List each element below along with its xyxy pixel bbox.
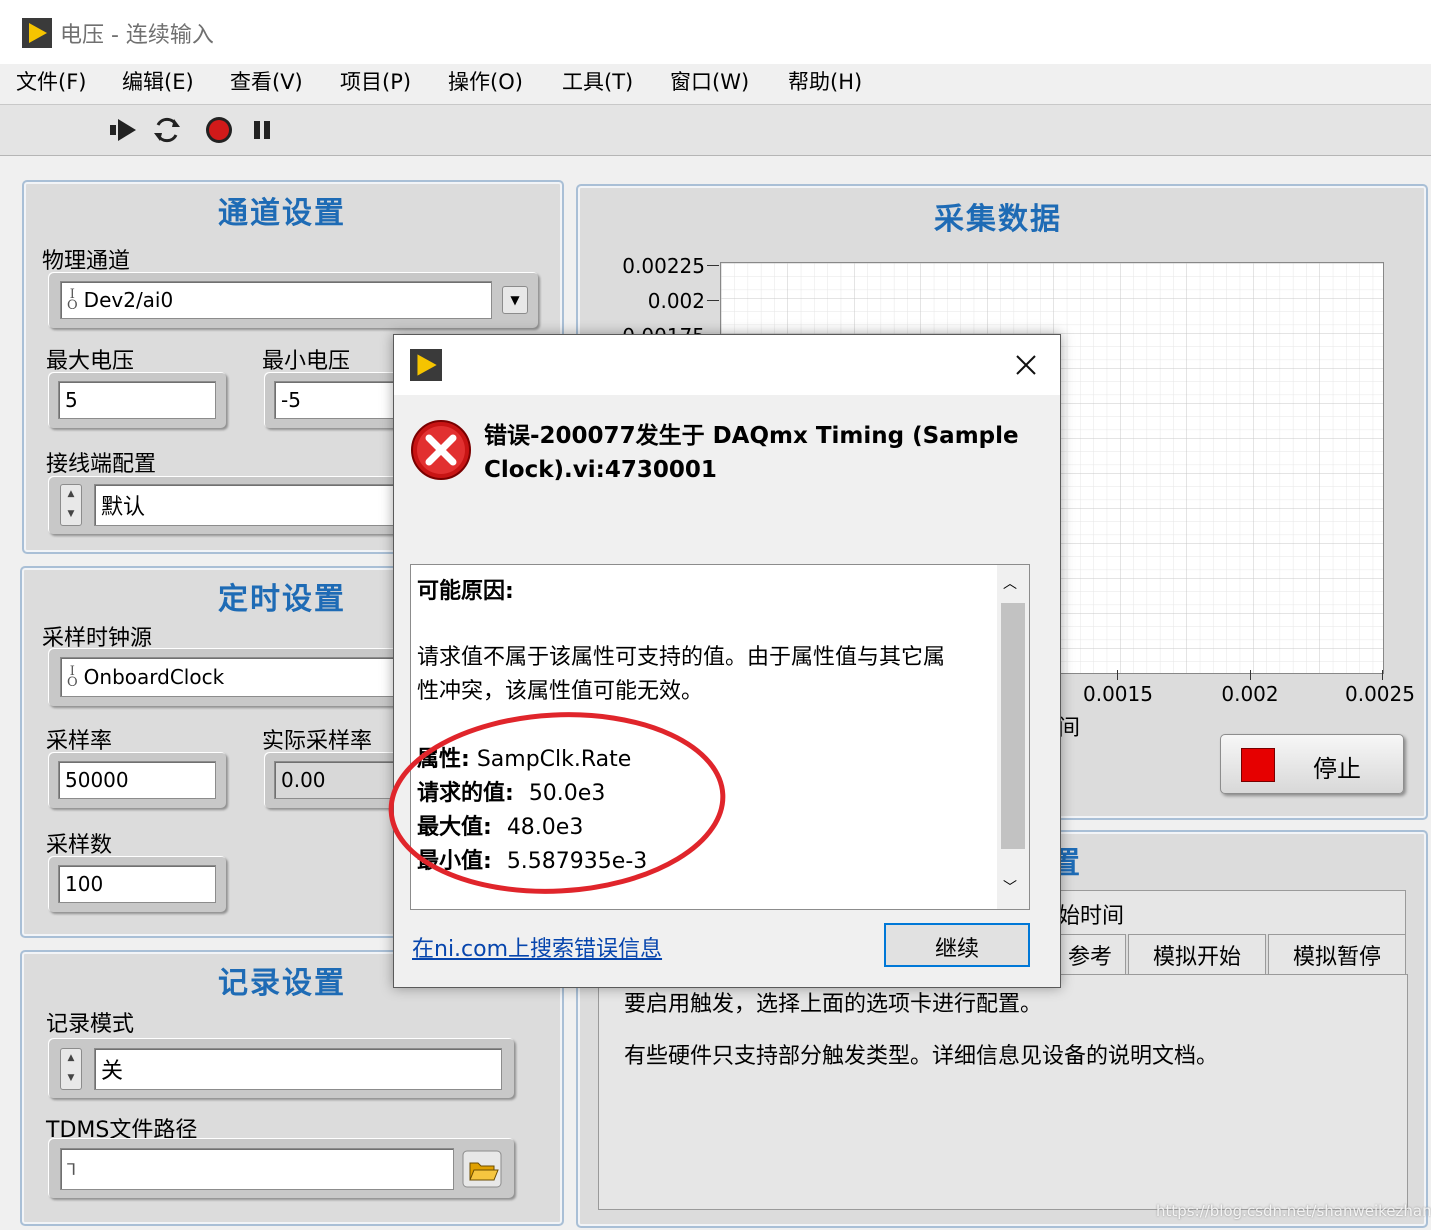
x-tick-mark xyxy=(1250,670,1251,680)
pause-icon[interactable] xyxy=(248,115,278,145)
stop-indicator-icon xyxy=(1241,748,1275,782)
reason-line-1: 请求值不属于该属性可支持的值。由于属性值与其它属 xyxy=(417,645,946,670)
data-panel-title: 采集数据 xyxy=(934,202,1062,237)
abort-icon[interactable] xyxy=(204,115,234,145)
menu-edit[interactable]: 编辑(E) xyxy=(122,66,194,96)
error-message-line2: Clock).vi:4730001 xyxy=(484,457,717,483)
menu-file[interactable]: 文件(F) xyxy=(16,66,86,96)
logging-mode-spinner[interactable]: ▲ ▼ xyxy=(60,1048,82,1090)
scroll-down-icon[interactable]: ﹀ xyxy=(1003,877,1017,897)
logging-mode-label: 记录模式 xyxy=(46,1012,135,1037)
reason-line-2: 性冲突，该属性值可能无效。 xyxy=(417,679,704,704)
details-scrollbar[interactable]: ︿ ﹀ xyxy=(997,565,1029,909)
x-tick-2: 0.0025 xyxy=(1345,682,1415,706)
max-voltage-field[interactable]: 5 xyxy=(58,381,216,419)
chevron-down-icon[interactable]: ▼ xyxy=(502,286,528,314)
scrollbar-thumb[interactable] xyxy=(1001,603,1025,849)
y-tick-1: 0.002 xyxy=(647,289,705,313)
sample-rate-field[interactable]: 50000 xyxy=(58,761,216,799)
path-icon: ⅂ xyxy=(67,1159,76,1179)
menu-tools[interactable]: 工具(T) xyxy=(562,66,633,96)
error-message-line1: 错误-200077发生于 DAQmx Timing (Sample xyxy=(484,423,1019,449)
y-tick-mark xyxy=(707,300,719,301)
tab-start-time[interactable]: 始时间 xyxy=(1058,898,1124,930)
menu-view[interactable]: 查看(V) xyxy=(230,66,303,96)
x-tick-1: 0.002 xyxy=(1221,682,1279,706)
tab-reference[interactable]: 参考 xyxy=(1054,934,1126,974)
labview-dialog-icon xyxy=(410,349,442,381)
x-axis-label: 间 xyxy=(1058,716,1081,741)
watermark: https://blog.csdn.net/shanweikezhang xyxy=(1156,1202,1431,1220)
terminal-config-label: 接线端配置 xyxy=(46,452,157,477)
physical-channel-label: 物理通道 xyxy=(42,249,131,274)
reason-header: 可能原因: xyxy=(417,579,514,604)
continue-button[interactable]: 继续 xyxy=(884,923,1030,967)
tab-analog-start[interactable]: 模拟开始 xyxy=(1128,934,1266,974)
physical-channel-field[interactable]: IO Dev2/ai0 xyxy=(60,281,492,319)
physical-channel-value: Dev2/ai0 xyxy=(83,288,174,312)
logging-panel-title: 记录设置 xyxy=(218,966,346,1001)
search-ni-link[interactable]: 在ni.com上搜索错误信息 xyxy=(412,931,662,963)
min-voltage-label: 最小电压 xyxy=(262,349,351,374)
channel-panel-title: 通道设置 xyxy=(218,196,346,231)
samples-field[interactable]: 100 xyxy=(58,865,216,903)
error-icon xyxy=(411,420,471,480)
scroll-up-icon[interactable]: ︿ xyxy=(1003,573,1017,593)
run-icon[interactable] xyxy=(152,115,182,145)
error-message: 错误-200077发生于 DAQmx Timing (Sample Clock)… xyxy=(484,419,1024,487)
folder-browse-icon[interactable] xyxy=(462,1150,502,1188)
y-tick-0: 0.00225 xyxy=(622,254,705,278)
stop-button[interactable]: 停止 xyxy=(1220,734,1404,794)
x-tick-mark xyxy=(1117,670,1118,680)
tdms-path-field[interactable]: ⅂ xyxy=(60,1148,454,1190)
menu-window[interactable]: 窗口(W) xyxy=(670,66,749,96)
min-voltage-field[interactable]: -5 xyxy=(274,381,400,419)
clock-source-field[interactable]: IO OnboardClock xyxy=(60,657,400,697)
x-tick-mark xyxy=(1382,670,1383,680)
terminal-config-field[interactable]: 默认 xyxy=(94,484,400,526)
actual-rate-label: 实际采样率 xyxy=(262,729,373,754)
actual-rate-value: 0.00 xyxy=(274,761,400,799)
logging-mode-field[interactable]: 关 xyxy=(94,1048,502,1090)
max-voltage-label: 最大电压 xyxy=(46,349,135,374)
x-tick-0: 0.0015 xyxy=(1083,682,1153,706)
menu-operate[interactable]: 操作(O) xyxy=(448,66,523,96)
y-tick-mark xyxy=(707,265,719,266)
clock-source-value: OnboardClock xyxy=(83,665,225,689)
tab-analog-pause[interactable]: 模拟暂停 xyxy=(1268,934,1406,974)
samples-label: 采样数 xyxy=(46,833,113,858)
run-continuous-icon[interactable] xyxy=(108,115,138,145)
menu-project[interactable]: 项目(P) xyxy=(340,66,411,96)
terminal-config-spinner[interactable]: ▲ ▼ xyxy=(60,484,82,526)
annotation-circle xyxy=(388,712,726,894)
trigger-info-1: 要启用触发，选择上面的选项卡进行配置。 xyxy=(624,992,1043,1017)
labview-app-icon xyxy=(22,18,52,48)
menu-help[interactable]: 帮助(H) xyxy=(788,66,862,96)
trigger-info-2: 有些硬件只支持部分触发类型。详细信息见设备的说明文档。 xyxy=(624,1044,1219,1069)
window-title: 电压 - 连续输入 xyxy=(60,23,214,48)
title-bar xyxy=(0,0,1431,64)
stop-button-label: 停止 xyxy=(1313,755,1361,783)
close-icon[interactable] xyxy=(1012,351,1040,379)
io-channel-icon: IO xyxy=(67,287,78,313)
io-clock-icon: IO xyxy=(67,664,78,690)
timing-panel-title: 定时设置 xyxy=(218,582,346,617)
sample-rate-label: 采样率 xyxy=(46,729,113,754)
dialog-title-bar xyxy=(394,335,1060,395)
